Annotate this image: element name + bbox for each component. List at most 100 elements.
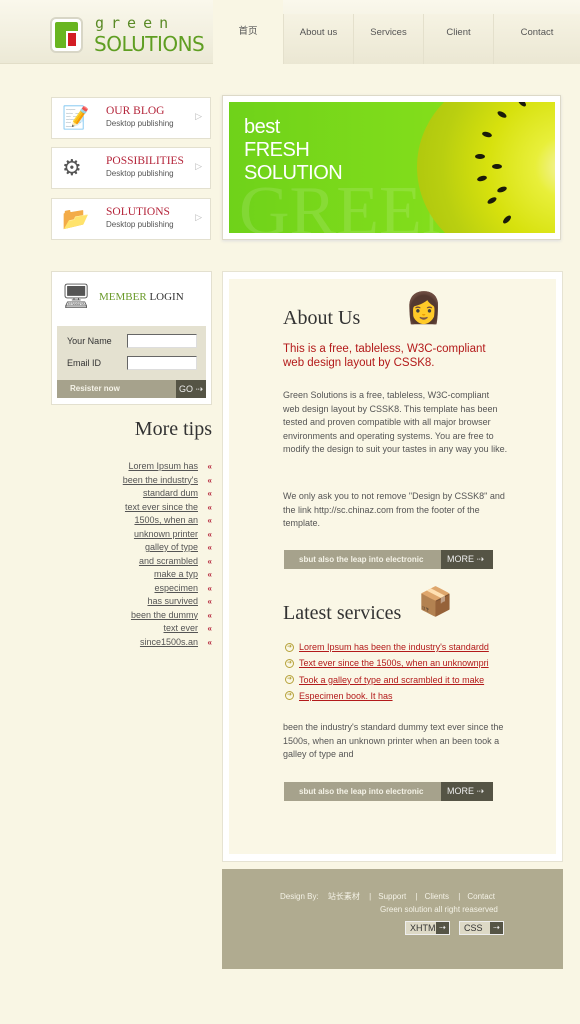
tip-link[interactable]: text ever since the [125, 501, 198, 515]
tip-link[interactable]: make a typ [154, 568, 198, 582]
nav-tab-client[interactable]: Client [423, 14, 493, 64]
tip-item[interactable]: 1500s, when an « [60, 514, 212, 528]
logo-line2: SOLUTIONS [94, 32, 205, 56]
services-paragraph: been the industry's standard dummy text … [283, 722, 504, 759]
tip-link[interactable]: especimen [154, 582, 198, 596]
side-item-blog[interactable]: 📝 OUR BLOG Desktop publishing ▷ [51, 97, 211, 139]
login-title: MEMBER LOGIN [99, 291, 184, 303]
double-chevron-icon: « [207, 516, 212, 525]
tip-item[interactable]: has survived « [60, 595, 212, 609]
side-item-possibilities[interactable]: ⚙ POSSIBILITIES Desktop publishing ▷ [51, 147, 211, 189]
tip-item[interactable]: especimen « [60, 582, 212, 596]
service-link[interactable]: Took a galley of type and scrambled it t… [299, 675, 484, 685]
arrow-circle-icon: ➜ [285, 658, 294, 668]
double-chevron-icon: « [207, 543, 212, 552]
nav-label: About us [299, 27, 338, 38]
about-paragraph: Green Solutions is a free, tableless, W3… [283, 390, 508, 454]
tip-link[interactable]: 1500s, when an [134, 514, 198, 528]
double-chevron-icon: « [207, 637, 212, 647]
service-item[interactable]: ➜ Took a galley of type and scrambled it … [285, 675, 484, 685]
tip-item[interactable]: make a typ « [60, 568, 212, 582]
service-link[interactable]: Especimen book. It has [299, 691, 393, 701]
hero-banner: GREEN best FRESH SOLUTION [222, 95, 561, 240]
tip-link[interactable]: and scrambled [139, 555, 198, 569]
banner-line1: best [244, 116, 280, 138]
more-bar-text: sbut also the leap into electronic [299, 555, 424, 564]
side-item-title: POSSIBILITIES [106, 155, 184, 167]
more-button[interactable]: MORE ⇢ [441, 782, 493, 801]
more-button[interactable]: MORE ⇢ [441, 550, 493, 569]
double-chevron-icon: « [207, 489, 212, 498]
arrow-right-icon: ▷ [195, 212, 202, 222]
double-chevron-icon: « [207, 597, 212, 606]
xhtml-badge[interactable]: XHTML ⇢ [405, 921, 450, 935]
tip-item[interactable]: been the dummy « [60, 609, 212, 623]
side-item-title: SOLUTIONS [106, 206, 170, 218]
double-chevron-icon: « [207, 502, 212, 512]
service-link[interactable]: Lorem Ipsum has been the industry's stan… [299, 642, 489, 652]
email-label: Email ID [67, 358, 102, 368]
about-more-bar: sbut also the leap into electronic MORE … [284, 550, 493, 569]
tip-link[interactable]: been the dummy [131, 609, 198, 623]
tip-item[interactable]: standard dum « [60, 487, 212, 501]
tip-item[interactable]: Lorem Ipsum has « [60, 460, 212, 474]
register-link[interactable]: Resister now [70, 384, 120, 393]
tip-item[interactable]: and scrambled « [60, 555, 212, 569]
footer-link-contact[interactable]: Contact [467, 892, 495, 901]
tip-link[interactable]: standard dum [143, 487, 198, 501]
go-button[interactable]: GO ⇢ [176, 380, 206, 398]
tip-item[interactable]: been the industry's « [60, 474, 212, 488]
tip-item[interactable]: since1500s.an « [60, 636, 212, 650]
footer-link-clients[interactable]: Clients [425, 892, 449, 901]
about-title: About Us [283, 307, 361, 329]
name-input[interactable] [127, 334, 197, 348]
arrow-right-icon: ▷ [195, 111, 202, 121]
tip-item[interactable]: text ever « [60, 622, 212, 636]
tip-link[interactable]: has survived [147, 595, 198, 609]
logo-icon[interactable] [50, 17, 83, 53]
tip-item[interactable]: text ever since the « [60, 501, 212, 515]
tip-link[interactable]: Lorem Ipsum has [128, 460, 198, 474]
tip-link[interactable]: been the industry's [123, 474, 198, 488]
more-tips-title: More tips [134, 418, 212, 440]
tips-list: Lorem Ipsum has «been the industry's «stan… [60, 460, 212, 649]
blog-icon: 📝 [62, 105, 90, 130]
tip-link[interactable]: galley of type [145, 541, 198, 555]
tip-link[interactable]: unknown printer [134, 528, 198, 542]
side-item-solutions[interactable]: 📂 SOLUTIONS Desktop publishing ▷ [51, 198, 211, 240]
about-lead: This is a free, tableless, W3C-compliant… [283, 343, 486, 369]
nav-tab-contact[interactable]: Contact [493, 14, 580, 64]
more-bar-text: sbut also the leap into electronic [299, 787, 424, 796]
nav-tab-home[interactable]: 首页 [213, 0, 283, 65]
name-label: Your Name [67, 336, 112, 346]
nav-tab-services[interactable]: Services [353, 14, 423, 64]
kiwi-image [417, 102, 555, 233]
services-title: Latest services [283, 602, 402, 624]
logo-line1: green [95, 14, 176, 32]
double-chevron-icon: « [207, 583, 212, 593]
tip-item[interactable]: galley of type « [60, 541, 212, 555]
footer: Design By: 站长素材 | Support | Clients | Conta… [222, 869, 563, 969]
side-item-subtitle: Desktop publishing [106, 169, 174, 178]
service-item[interactable]: ➜ Text ever since the 1500s, when an unkn… [285, 658, 489, 668]
arrow-circle-icon: ➜ [285, 691, 294, 701]
designer-link[interactable]: 站长素材 [328, 892, 360, 901]
service-link[interactable]: Text ever since the 1500s, when an unkno… [299, 658, 489, 668]
member-login-panel: 🖥 MEMBER LOGIN Your Name Email ID Resist… [51, 271, 212, 405]
gears-icon: ⚙ [62, 155, 82, 180]
nav-tab-about[interactable]: About us [283, 14, 353, 64]
email-input[interactable] [127, 356, 197, 370]
arrow-right-icon: ▷ [195, 161, 202, 171]
services-more-bar: sbut also the leap into electronic MORE … [284, 782, 493, 801]
side-item-subtitle: Desktop publishing [106, 220, 174, 229]
service-item[interactable]: ➜ Lorem Ipsum has been the industry's sta… [285, 642, 489, 652]
tip-link[interactable]: since1500s.an [140, 636, 198, 650]
service-item[interactable]: ➜ Especimen book. It has [285, 691, 393, 701]
css-badge[interactable]: CSS ⇢ [459, 921, 504, 935]
tip-item[interactable]: unknown printer « [60, 528, 212, 542]
nav-label: Services [370, 27, 407, 38]
arrow-circle-icon: ➜ [285, 675, 294, 685]
footer-link-support[interactable]: Support [378, 892, 406, 901]
double-chevron-icon: « [207, 556, 212, 566]
tip-link[interactable]: text ever [163, 622, 198, 636]
